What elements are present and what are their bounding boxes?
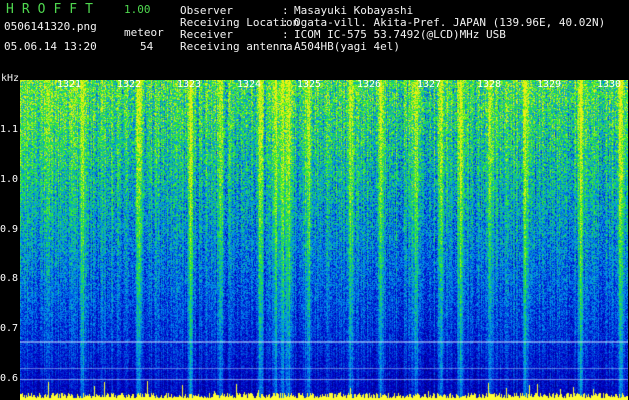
y-tick-label: 1.1 [0,124,19,135]
y-tick-label: 1.0 [0,174,19,185]
meteor-label: meteor [124,26,164,39]
y-tick-label: 0.7 [0,323,19,334]
meteor-count: 54 [140,40,154,53]
location-sep: : [282,16,289,29]
antenna-label: Receiving antenna [180,40,293,53]
antenna-value: A504HB(yagi 4el) [294,40,400,53]
observer-value: Masayuki Kobayashi [294,4,414,17]
observation-datetime: 05.06.14 13:20 [4,40,97,53]
receiver-sep: : [282,28,289,41]
time-tick-label: 1321 [57,79,82,90]
y-tick-label: 0.6 [0,373,19,384]
observer-sep: : [282,4,289,17]
time-tick-label: 1329 [537,79,562,90]
time-tick-label: 1330 [597,79,622,90]
time-tick-label: 1324 [237,79,262,90]
app-version: 1.00 [124,3,151,16]
location-value: Ogata-vill. Akita-Pref. JAPAN (139.96E, … [294,16,606,29]
time-tick-label: 1323 [177,79,202,90]
time-tick-label: 1326 [357,79,382,90]
time-tick-label: 1327 [417,79,442,90]
time-tick-label: 1325 [297,79,322,90]
y-axis-unit: kHz [1,73,20,84]
app-title: HROFFT [6,2,101,17]
y-tick-label: 0.9 [0,224,19,235]
time-tick-label: 1322 [117,79,142,90]
image-filename: 0506141320.png [4,20,97,33]
receiver-label: Receiver [180,28,233,41]
y-tick-label: 0.8 [0,273,19,284]
observer-label: Observer [180,4,233,17]
receiver-value: ICOM IC-575 53.7492(@LCD)MHz USB [294,28,506,41]
time-tick-label: 1328 [477,79,502,90]
antenna-sep: : [282,40,289,53]
spectrogram-waterfall [20,80,628,400]
